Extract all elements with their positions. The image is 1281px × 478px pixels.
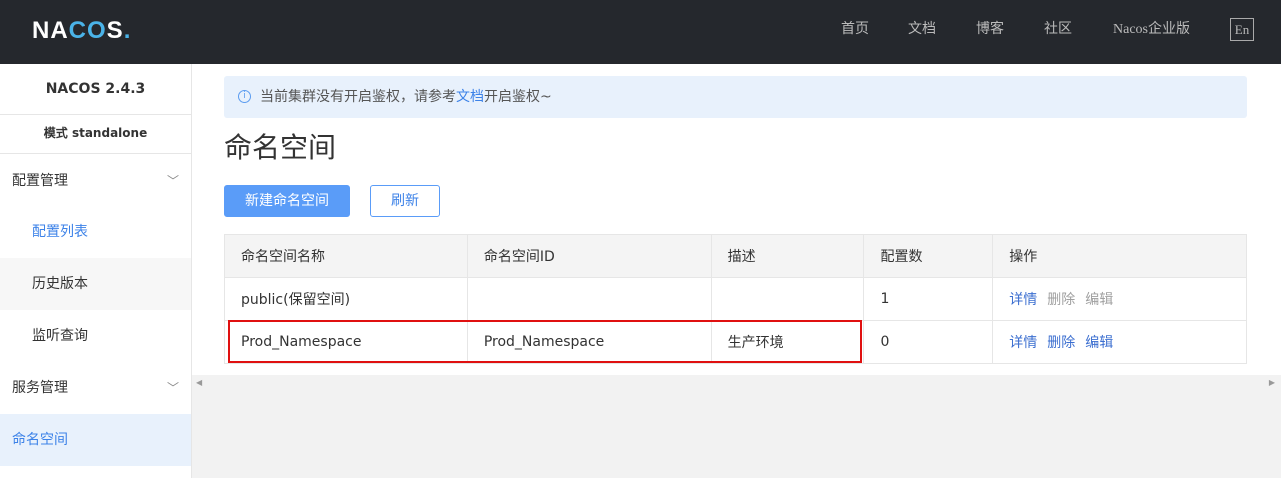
chevron-down-icon: ﹀ [166, 381, 179, 395]
edit-link: 编辑 [1085, 292, 1114, 308]
cell-count: 0 [863, 320, 994, 364]
docs-link[interactable]: 文档 [456, 89, 484, 105]
nav-enterprise[interactable]: Nacos企业版 [1113, 0, 1190, 64]
cell-actions: 详情 删除 编辑 [992, 277, 1247, 321]
table-header: 命名空间名称 命名空间ID 描述 配置数 操作 [224, 234, 1247, 278]
new-namespace-button[interactable]: 新建命名空间 [224, 185, 350, 217]
details-link[interactable]: 详情 [1009, 292, 1037, 308]
table-row: public(保留空间) 1 详情 删除 编辑 [224, 277, 1247, 321]
sidebar-item-label: 服务管理 [12, 380, 68, 396]
refresh-button[interactable]: 刷新 [370, 185, 440, 217]
cell-desc [710, 277, 865, 321]
nav-blog[interactable]: 博客 [976, 0, 1004, 64]
top-header: NACOS. 首页 文档 博客 社区 Nacos企业版 En [0, 0, 1281, 64]
sidebar-item-namespace[interactable]: 命名空间 [0, 414, 191, 466]
cell-name: public(保留空间) [224, 277, 468, 321]
cell-count: 1 [863, 277, 994, 321]
col-id: 命名空间ID [466, 234, 712, 278]
alert-text-end: 开启鉴权~ [484, 89, 552, 105]
scroll-right-icon[interactable]: ▶ [1269, 378, 1275, 387]
version-label: NACOS 2.4.3 [0, 64, 191, 115]
nacos-logo[interactable]: NACOS. [32, 17, 131, 45]
sidebar-group-config[interactable]: 配置管理 ﹀ [0, 155, 191, 207]
page-title: 命名空间 [224, 131, 337, 164]
horizontal-scrollbar[interactable]: ◀ ▶ [192, 375, 1281, 478]
alert-text: 当前集群没有开启鉴权，请参考 [260, 89, 456, 105]
auth-alert: i 当前集群没有开启鉴权，请参考文档开启鉴权~ [224, 76, 1247, 118]
cell-id [466, 277, 712, 321]
col-actions: 操作 [992, 234, 1247, 278]
nav-docs[interactable]: 文档 [908, 0, 936, 64]
nav-home[interactable]: 首页 [841, 0, 869, 64]
cell-actions: 详情 删除 编辑 [992, 320, 1247, 364]
info-icon: i [238, 90, 251, 103]
col-name: 命名空间名称 [224, 234, 468, 278]
main-content: i 当前集群没有开启鉴权，请参考文档开启鉴权~ 命名空间 新建命名空间 刷新 命… [192, 64, 1281, 478]
col-count: 配置数 [863, 234, 994, 278]
chevron-down-icon: ﹀ [166, 174, 179, 188]
edit-link[interactable]: 编辑 [1085, 335, 1113, 351]
highlight-box [228, 320, 862, 363]
scroll-left-icon[interactable]: ◀ [196, 378, 202, 387]
details-link[interactable]: 详情 [1009, 335, 1037, 351]
col-desc: 描述 [710, 234, 865, 278]
sidebar: NACOS 2.4.3 模式 standalone 配置管理 ﹀ 配置列表 历史版… [0, 64, 192, 478]
sidebar-group-service[interactable]: 服务管理 ﹀ [0, 362, 191, 414]
sidebar-item-listener[interactable]: 监听查询 [0, 310, 191, 362]
nav-community[interactable]: 社区 [1044, 0, 1072, 64]
sidebar-item-label: 配置管理 [12, 173, 68, 189]
mode-label: 模式 standalone [0, 115, 191, 154]
language-toggle[interactable]: En [1230, 18, 1254, 41]
delete-link: 删除 [1047, 292, 1076, 308]
sidebar-item-config-list[interactable]: 配置列表 [0, 206, 191, 258]
delete-link[interactable]: 删除 [1047, 335, 1075, 351]
sidebar-item-history[interactable]: 历史版本 [0, 258, 191, 310]
